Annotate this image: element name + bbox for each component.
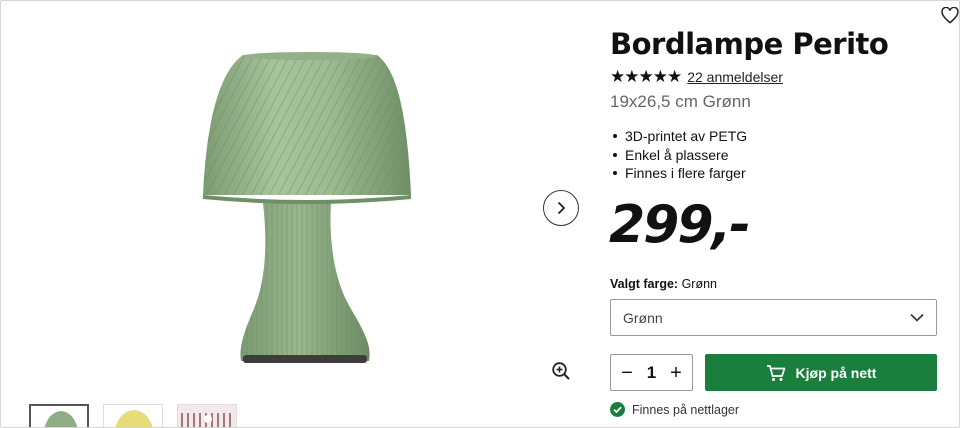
increase-quantity-button[interactable]: + [666,363,686,383]
zoom-in-icon[interactable] [551,361,573,383]
color-select[interactable]: Grønn [610,299,937,336]
cart-icon [766,364,785,381]
product-page: Bordlampe Perito ★★★★★ 22 anmeldelser 19… [0,0,960,428]
reviews-link[interactable]: 22 anmeldelser [687,69,783,85]
feature-list: 3D-printet av PETG Enkel å plassere Finn… [610,127,747,183]
stock-status-text: Finnes på nettlager [632,402,740,417]
decrease-quantity-button[interactable]: − [617,363,637,383]
color-label-prefix: Valgt farge: [610,277,679,291]
price: 299,- [609,195,751,255]
next-image-button[interactable] [543,190,579,226]
wishlist-heart-icon[interactable] [941,6,959,25]
stock-status: Finnes på nettlager [610,402,739,417]
chevron-right-icon [557,201,566,215]
color-select-value: Grønn [623,309,663,326]
selected-color-label: Valgt farge: Grønn [610,277,717,291]
product-title: Bordlampe Perito [610,27,889,61]
quantity-value[interactable]: 1 [647,363,656,383]
buy-button-label: Kjøp på nett [795,364,877,381]
product-main-image [201,49,421,367]
chevron-down-icon [910,313,924,322]
rating: ★★★★★ 22 anmeldelser [610,67,783,87]
check-circle-icon [610,402,625,417]
thumbnail-yellow-lamp[interactable] [103,404,163,427]
buy-online-button[interactable]: Kjøp på nett [705,354,937,391]
feature-item: Enkel å plassere [610,146,747,165]
color-label-value: Grønn [681,277,717,291]
product-subtitle: 19x26,5 cm Grønn [610,92,751,111]
thumbnail-pink-lamp[interactable] [177,404,237,427]
feature-item: 3D-printet av PETG [610,127,747,146]
quantity-stepper: − 1 + [610,354,693,391]
thumbnail-strip [29,404,237,427]
feature-item: Finnes i flere farger [610,164,747,183]
star-rating-icon: ★★★★★ [610,67,682,86]
thumbnail-green-lamp[interactable] [29,404,89,427]
